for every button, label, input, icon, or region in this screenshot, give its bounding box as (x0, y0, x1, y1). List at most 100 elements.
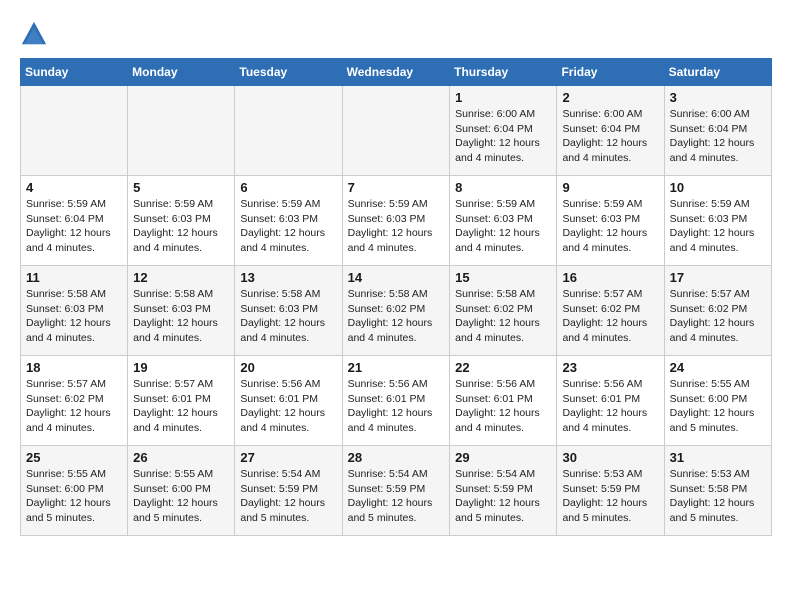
calendar-cell: 20 Sunrise: 5:56 AMSunset: 6:01 PMDayligh… (235, 356, 342, 446)
day-number: 30 (562, 450, 658, 465)
day-info: Sunrise: 6:00 AMSunset: 6:04 PMDaylight:… (670, 107, 766, 166)
calendar-week-row: 4 Sunrise: 5:59 AMSunset: 6:04 PMDaylight… (21, 176, 772, 266)
calendar-cell: 25 Sunrise: 5:55 AMSunset: 6:00 PMDayligh… (21, 446, 128, 536)
calendar-body: 1 Sunrise: 6:00 AMSunset: 6:04 PMDaylight… (21, 86, 772, 536)
day-number: 9 (562, 180, 658, 195)
day-number: 22 (455, 360, 551, 375)
calendar-week-row: 11 Sunrise: 5:58 AMSunset: 6:03 PMDayligh… (21, 266, 772, 356)
weekday-header-saturday: Saturday (664, 59, 771, 86)
day-info: Sunrise: 5:57 AMSunset: 6:02 PMDaylight:… (26, 377, 122, 436)
logo-icon (20, 20, 48, 48)
day-number: 8 (455, 180, 551, 195)
calendar-cell: 8 Sunrise: 5:59 AMSunset: 6:03 PMDaylight… (450, 176, 557, 266)
day-number: 12 (133, 270, 229, 285)
calendar-cell: 5 Sunrise: 5:59 AMSunset: 6:03 PMDaylight… (128, 176, 235, 266)
calendar-cell: 31 Sunrise: 5:53 AMSunset: 5:58 PMDayligh… (664, 446, 771, 536)
day-info: Sunrise: 5:57 AMSunset: 6:01 PMDaylight:… (133, 377, 229, 436)
weekday-header-row: SundayMondayTuesdayWednesdayThursdayFrid… (21, 59, 772, 86)
calendar-cell: 1Sunrise: 6:00 AMSunset: 6:04 PMDaylight… (450, 86, 557, 176)
weekday-header-tuesday: Tuesday (235, 59, 342, 86)
day-info: Sunrise: 6:00 AMSunset: 6:04 PMDaylight:… (562, 107, 658, 166)
calendar-cell: 29 Sunrise: 5:54 AMSunset: 5:59 PMDayligh… (450, 446, 557, 536)
day-info: Sunrise: 5:59 AMSunset: 6:03 PMDaylight:… (133, 197, 229, 256)
day-number: 6 (240, 180, 336, 195)
day-number: 25 (26, 450, 122, 465)
day-info: Sunrise: 5:59 AMSunset: 6:03 PMDaylight:… (455, 197, 551, 256)
weekday-header-monday: Monday (128, 59, 235, 86)
day-number: 11 (26, 270, 122, 285)
day-info: Sunrise: 5:56 AMSunset: 6:01 PMDaylight:… (240, 377, 336, 436)
calendar-header: SundayMondayTuesdayWednesdayThursdayFrid… (21, 59, 772, 86)
calendar-cell (342, 86, 450, 176)
day-number: 19 (133, 360, 229, 375)
calendar-cell: 10Sunrise: 5:59 AMSunset: 6:03 PMDayligh… (664, 176, 771, 266)
day-info: Sunrise: 5:58 AMSunset: 6:03 PMDaylight:… (26, 287, 122, 346)
day-number: 31 (670, 450, 766, 465)
day-info: Sunrise: 5:56 AMSunset: 6:01 PMDaylight:… (455, 377, 551, 436)
day-info: Sunrise: 5:59 AMSunset: 6:03 PMDaylight:… (240, 197, 336, 256)
calendar-cell (235, 86, 342, 176)
day-info: Sunrise: 5:53 AMSunset: 5:58 PMDaylight:… (670, 467, 766, 526)
calendar-cell: 2Sunrise: 6:00 AMSunset: 6:04 PMDaylight… (557, 86, 664, 176)
calendar-cell: 17Sunrise: 5:57 AMSunset: 6:02 PMDayligh… (664, 266, 771, 356)
day-info: Sunrise: 5:56 AMSunset: 6:01 PMDaylight:… (348, 377, 445, 436)
day-number: 1 (455, 90, 551, 105)
calendar-week-row: 18 Sunrise: 5:57 AMSunset: 6:02 PMDayligh… (21, 356, 772, 446)
day-number: 5 (133, 180, 229, 195)
day-info: Sunrise: 5:58 AMSunset: 6:02 PMDaylight:… (455, 287, 551, 346)
calendar-cell: 14Sunrise: 5:58 AMSunset: 6:02 PMDayligh… (342, 266, 450, 356)
day-info: Sunrise: 5:59 AMSunset: 6:03 PMDaylight:… (670, 197, 766, 256)
day-number: 13 (240, 270, 336, 285)
logo (20, 20, 50, 48)
day-number: 4 (26, 180, 122, 195)
day-number: 29 (455, 450, 551, 465)
calendar-cell: 19 Sunrise: 5:57 AMSunset: 6:01 PMDayligh… (128, 356, 235, 446)
day-number: 7 (348, 180, 445, 195)
day-number: 18 (26, 360, 122, 375)
day-info: Sunrise: 5:57 AMSunset: 6:02 PMDaylight:… (562, 287, 658, 346)
day-info: Sunrise: 5:55 AMSunset: 6:00 PMDaylight:… (133, 467, 229, 526)
day-number: 21 (348, 360, 445, 375)
day-number: 20 (240, 360, 336, 375)
day-number: 26 (133, 450, 229, 465)
calendar-cell: 18 Sunrise: 5:57 AMSunset: 6:02 PMDayligh… (21, 356, 128, 446)
day-info: Sunrise: 5:55 AMSunset: 6:00 PMDaylight:… (26, 467, 122, 526)
day-number: 27 (240, 450, 336, 465)
calendar-cell: 24Sunrise: 5:55 AMSunset: 6:00 PMDayligh… (664, 356, 771, 446)
day-info: Sunrise: 5:59 AMSunset: 6:03 PMDaylight:… (562, 197, 658, 256)
day-info: Sunrise: 5:58 AMSunset: 6:03 PMDaylight:… (133, 287, 229, 346)
calendar-cell: 9 Sunrise: 5:59 AMSunset: 6:03 PMDaylight… (557, 176, 664, 266)
calendar-cell: 11 Sunrise: 5:58 AMSunset: 6:03 PMDayligh… (21, 266, 128, 356)
weekday-header-wednesday: Wednesday (342, 59, 450, 86)
day-number: 15 (455, 270, 551, 285)
calendar-cell: 4 Sunrise: 5:59 AMSunset: 6:04 PMDaylight… (21, 176, 128, 266)
calendar-cell: 28 Sunrise: 5:54 AMSunset: 5:59 PMDayligh… (342, 446, 450, 536)
calendar-week-row: 1 Sunrise: 6:00 AMSunset: 6:04 PMDaylight… (21, 86, 772, 176)
calendar-cell (21, 86, 128, 176)
day-number: 23 (562, 360, 658, 375)
calendar-cell: 22 Sunrise: 5:56 AMSunset: 6:01 PMDayligh… (450, 356, 557, 446)
calendar-cell: 26 Sunrise: 5:55 AMSunset: 6:00 PMDayligh… (128, 446, 235, 536)
calendar-cell: 12 Sunrise: 5:58 AMSunset: 6:03 PMDayligh… (128, 266, 235, 356)
day-info: Sunrise: 5:59 AMSunset: 6:04 PMDaylight:… (26, 197, 122, 256)
weekday-header-thursday: Thursday (450, 59, 557, 86)
calendar-cell: 3 Sunrise: 6:00 AMSunset: 6:04 PMDaylight… (664, 86, 771, 176)
day-number: 3 (670, 90, 766, 105)
calendar-cell: 30Sunrise: 5:53 AMSunset: 5:59 PMDayligh… (557, 446, 664, 536)
calendar-cell: 21 Sunrise: 5:56 AMSunset: 6:01 PMDayligh… (342, 356, 450, 446)
calendar-cell (128, 86, 235, 176)
calendar-cell: 7 Sunrise: 5:59 AMSunset: 6:03 PMDaylight… (342, 176, 450, 266)
day-info: Sunrise: 5:58 AMSunset: 6:02 PMDaylight:… (348, 287, 445, 346)
day-info: Sunrise: 5:58 AMSunset: 6:03 PMDaylight:… (240, 287, 336, 346)
day-number: 28 (348, 450, 445, 465)
day-info: Sunrise: 5:54 AMSunset: 5:59 PMDaylight:… (455, 467, 551, 526)
day-number: 16 (562, 270, 658, 285)
calendar-cell: 6 Sunrise: 5:59 AMSunset: 6:03 PMDaylight… (235, 176, 342, 266)
calendar-cell: 13 Sunrise: 5:58 AMSunset: 6:03 PMDayligh… (235, 266, 342, 356)
weekday-header-sunday: Sunday (21, 59, 128, 86)
day-info: Sunrise: 5:54 AMSunset: 5:59 PMDaylight:… (240, 467, 336, 526)
day-info: Sunrise: 5:59 AMSunset: 6:03 PMDaylight:… (348, 197, 445, 256)
calendar-cell: 27 Sunrise: 5:54 AMSunset: 5:59 PMDayligh… (235, 446, 342, 536)
calendar-cell: 16 Sunrise: 5:57 AMSunset: 6:02 PMDayligh… (557, 266, 664, 356)
day-info: Sunrise: 5:54 AMSunset: 5:59 PMDaylight:… (348, 467, 445, 526)
